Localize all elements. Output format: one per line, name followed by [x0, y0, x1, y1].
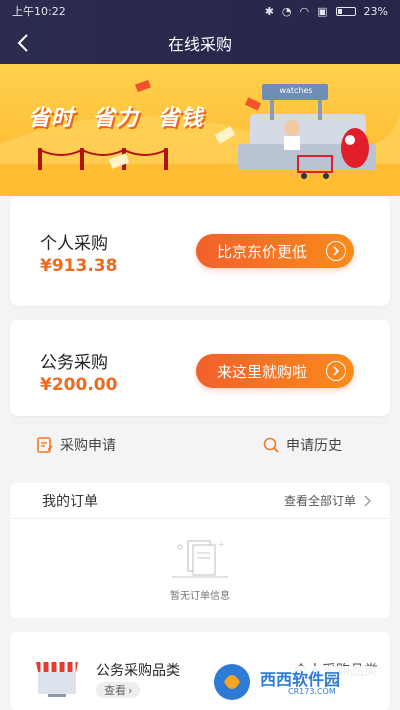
shop-icon [36, 662, 78, 697]
chevron-right-icon [326, 241, 346, 261]
public-purchase-title: 公务采购 [40, 353, 108, 373]
chevron-right-icon [364, 495, 371, 506]
page-title: 在线采购 [167, 35, 232, 54]
back-button[interactable] [12, 31, 36, 55]
orders-header: 我的订单 查看全部订单 [10, 483, 390, 519]
view-all-orders-label: 查看全部订单 [283, 494, 356, 508]
chevron-right-icon [326, 361, 346, 381]
public-purchase-amount: ¥200.00 [40, 375, 118, 395]
bluetooth-icon: ✱ [264, 4, 274, 18]
button-label: 来这里就购啦 [216, 362, 307, 381]
orders-title: 我的订单 [42, 493, 98, 510]
purchase-actions: 采购申请 申请历史 [10, 422, 390, 466]
slogan-part: 省时 [28, 106, 75, 131]
apply-history-button[interactable]: 申请历史 [262, 435, 342, 455]
view-all-orders-link[interactable]: 查看全部订单 [284, 492, 372, 509]
status-icons: ✱ ◔ ◠ ▣ 23% [265, 5, 388, 18]
battery-icon [335, 6, 356, 16]
public-category-view-button[interactable]: 查看 › [96, 682, 141, 698]
personal-purchase-button[interactable]: 比京东价更低 [196, 234, 354, 268]
site-watermark: 西西软件园 CR173.COM [212, 660, 382, 704]
public-category-title: 公务采购品类 [96, 663, 180, 679]
my-orders-section: 我的订单 查看全部订单 + 暂无订单信息 [10, 483, 390, 618]
chevron-left-icon [17, 34, 28, 52]
promo-banner[interactable]: watches 省时 省力 省钱 [0, 64, 400, 196]
view-label: 查看 [104, 684, 126, 697]
status-bar: 上午10:22 ✱ ◔ ◠ ▣ 23% [0, 0, 400, 22]
empty-orders-icon: + [172, 540, 228, 578]
alarm-icon: ◔ [281, 4, 292, 18]
personal-purchase-card[interactable]: 个人采购 ¥913.38 比京东价更低 [10, 196, 390, 306]
nav-bar: 在线采购 [0, 22, 400, 64]
personal-purchase-amount: ¥913.38 [40, 256, 118, 276]
sim-icon: ▣ [317, 4, 328, 18]
banner-slogan: 省时 省力 省钱 [28, 100, 213, 132]
personal-purchase-title: 个人采购 [40, 234, 108, 254]
battery-percent: 23% [363, 4, 388, 18]
apply-history-label: 申请历史 [286, 437, 342, 454]
edit-document-icon [37, 436, 53, 453]
svg-text:+: + [218, 540, 225, 549]
slogan-part: 省力 [92, 106, 139, 131]
wifi-icon: ◠ [299, 4, 310, 18]
slogan-part: 省钱 [157, 106, 204, 131]
app-header: 上午10:22 ✱ ◔ ◠ ▣ 23% 在线采购 [0, 0, 400, 64]
purchase-apply-label: 采购申请 [60, 437, 116, 454]
status-time: 上午10:22 [12, 5, 66, 18]
public-purchase-card[interactable]: 公务采购 ¥200.00 来这里就购啦 [10, 320, 390, 416]
shop-sign: watches [279, 86, 313, 95]
button-label: 比京东价更低 [216, 242, 307, 261]
public-purchase-button[interactable]: 来这里就购啦 [196, 354, 354, 388]
chevron-right-icon: › [128, 683, 133, 697]
search-icon [263, 437, 279, 453]
purchase-apply-button[interactable]: 采购申请 [36, 435, 116, 455]
empty-orders-text: 暂无订单信息 [170, 591, 230, 602]
watermark-url: CR173.COM [288, 687, 336, 696]
